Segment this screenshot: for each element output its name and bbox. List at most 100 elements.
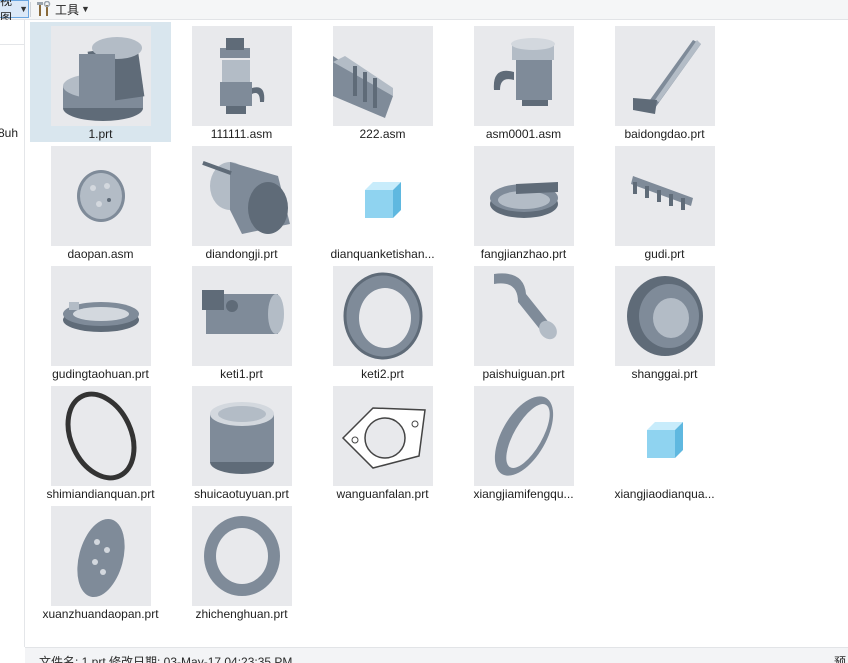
tools-menu-button[interactable]: 工具 ▼ xyxy=(34,0,90,18)
housing-part-icon xyxy=(201,290,284,334)
flange-ring-icon xyxy=(62,302,139,332)
support-ring-icon xyxy=(203,516,280,596)
file-name-label: keti2.prt xyxy=(361,367,404,381)
file-name-label: shanggai.prt xyxy=(631,367,698,381)
file-name-label: fangjianzhao.prt xyxy=(480,247,567,261)
toolbar: 视图 ▼ 工具 ▼ xyxy=(0,0,848,25)
file-item[interactable]: xuanzhuandaopan.prt xyxy=(30,502,171,622)
nav-divider xyxy=(0,44,24,45)
file-name-label: gudi.prt xyxy=(644,247,685,261)
file-thumbnail xyxy=(615,386,715,486)
file-name-label: shuicaotuyuan.prt xyxy=(194,487,289,501)
file-item[interactable]: dianquanketishan... xyxy=(312,142,453,262)
pump-assembly-icon xyxy=(493,38,555,106)
navigation-pane[interactable]: 8uh xyxy=(0,20,25,647)
gear-assembly-icon xyxy=(332,56,393,118)
file-thumbnail xyxy=(473,266,574,366)
view-menu-button[interactable]: 视图 ▼ xyxy=(0,0,29,25)
chevron-down-icon: ▼ xyxy=(19,4,28,14)
file-thumbnail xyxy=(473,386,574,486)
file-name-label: paishuiguan.prt xyxy=(482,367,565,381)
blank-cube-icon xyxy=(364,182,401,218)
file-item[interactable]: wanguanfalan.prt xyxy=(312,382,453,502)
file-item[interactable]: keti2.prt xyxy=(312,262,453,382)
file-thumbnail xyxy=(473,26,574,126)
file-name-label: diandongji.prt xyxy=(205,247,278,261)
file-name-label: shimiandianquan.prt xyxy=(46,487,155,501)
blank-cube-icon xyxy=(646,422,683,458)
file-name-label: 1.prt xyxy=(88,127,113,141)
file-name-label: xiangjiaodianqua... xyxy=(614,487,715,501)
file-thumbnail xyxy=(50,386,151,486)
file-item[interactable]: shuicaotuyuan.prt xyxy=(171,382,312,502)
file-name-label: 111111.asm xyxy=(210,127,273,141)
file-item[interactable]: 111111.asm xyxy=(171,22,312,142)
file-item[interactable]: shimiandianquan.prt xyxy=(30,382,171,502)
ring-part-icon xyxy=(343,272,422,360)
file-item[interactable]: gudingtaohuan.prt xyxy=(30,262,171,382)
chevron-down-icon: ▼ xyxy=(81,4,90,14)
file-name-label: xiangjiamifengqu... xyxy=(473,487,574,501)
file-item[interactable]: daopan.asm xyxy=(30,142,171,262)
file-item[interactable]: shanggai.prt xyxy=(594,262,735,382)
file-thumbnail xyxy=(191,146,292,246)
file-thumbnail xyxy=(191,506,292,606)
elbow-pipe-icon xyxy=(493,273,557,340)
file-item[interactable]: baidongdao.prt xyxy=(594,22,735,142)
ring-cover-icon xyxy=(489,182,558,218)
file-item[interactable]: xiangjiamifengqu... xyxy=(453,382,594,502)
file-name-label: wanguanfalan.prt xyxy=(336,487,429,501)
rotary-disc-icon xyxy=(76,518,125,598)
file-thumbnail xyxy=(50,506,151,606)
file-thumbnail xyxy=(614,26,715,126)
file-name-label: daopan.asm xyxy=(67,247,134,261)
file-item[interactable]: asm0001.asm xyxy=(453,22,594,142)
nav-item-label[interactable]: 8uh xyxy=(0,126,18,140)
file-thumbnail xyxy=(473,146,574,246)
file-item[interactable]: xiangjiaodianqua... xyxy=(594,382,735,502)
file-name-label: asm0001.asm xyxy=(485,127,562,141)
hammer-wrench-icon xyxy=(37,1,51,16)
file-thumbnail xyxy=(614,266,715,366)
file-name-label: dianquanketishan... xyxy=(330,247,435,261)
cylinder-part-icon xyxy=(62,37,144,121)
file-name-label: zhichenghuan.prt xyxy=(195,607,288,621)
file-thumbnail xyxy=(332,386,433,486)
file-name-label: keti1.prt xyxy=(220,367,263,381)
top-cover-icon xyxy=(626,276,703,356)
file-thumbnail xyxy=(332,26,433,126)
file-thumbnail xyxy=(191,26,292,126)
threaded-sleeve-icon xyxy=(209,402,274,474)
file-name-label: baidongdao.prt xyxy=(624,127,705,141)
file-thumbnail xyxy=(191,266,292,366)
file-name-label: gudingtaohuan.prt xyxy=(52,367,149,381)
file-thumbnail xyxy=(50,26,151,126)
file-name-label: 222.asm xyxy=(359,127,406,141)
seal-ring-icon xyxy=(494,396,553,476)
file-thumbnail xyxy=(333,146,433,246)
file-item[interactable]: zhichenghuan.prt xyxy=(171,502,312,622)
comb-part-icon xyxy=(630,176,693,210)
file-item[interactable]: 1.prt xyxy=(30,22,171,142)
file-thumbnail xyxy=(50,146,151,246)
file-item[interactable]: keti1.prt xyxy=(171,262,312,382)
file-item[interactable]: diandongji.prt xyxy=(171,142,312,262)
disc-assembly-icon xyxy=(76,170,125,222)
file-thumbnail xyxy=(614,146,715,246)
motor-part-icon xyxy=(201,160,290,234)
file-name-label: xuanzhuandaopan.prt xyxy=(42,607,159,621)
grinder-assembly-icon xyxy=(219,38,264,114)
gasket-ring-icon xyxy=(65,391,136,481)
flange-plate-icon xyxy=(341,407,426,469)
file-item[interactable]: fangjianzhao.prt xyxy=(453,142,594,262)
lever-part-icon xyxy=(632,40,701,114)
file-item[interactable]: paishuiguan.prt xyxy=(453,262,594,382)
tools-menu-label: 工具 xyxy=(55,2,80,17)
file-thumbnail xyxy=(332,266,433,366)
file-thumbnail xyxy=(50,266,151,366)
toolbar-separator xyxy=(30,2,31,17)
file-item[interactable]: 222.asm xyxy=(312,22,453,142)
file-item[interactable]: gudi.prt xyxy=(594,142,735,262)
details-bar: 文件名: 1.prt 修改日期: 03-May-17 04:23:35 PM 预 xyxy=(25,647,848,663)
file-grid[interactable]: 1.prt 111111.asm 222.asm asm0001.asm bai… xyxy=(25,22,848,646)
